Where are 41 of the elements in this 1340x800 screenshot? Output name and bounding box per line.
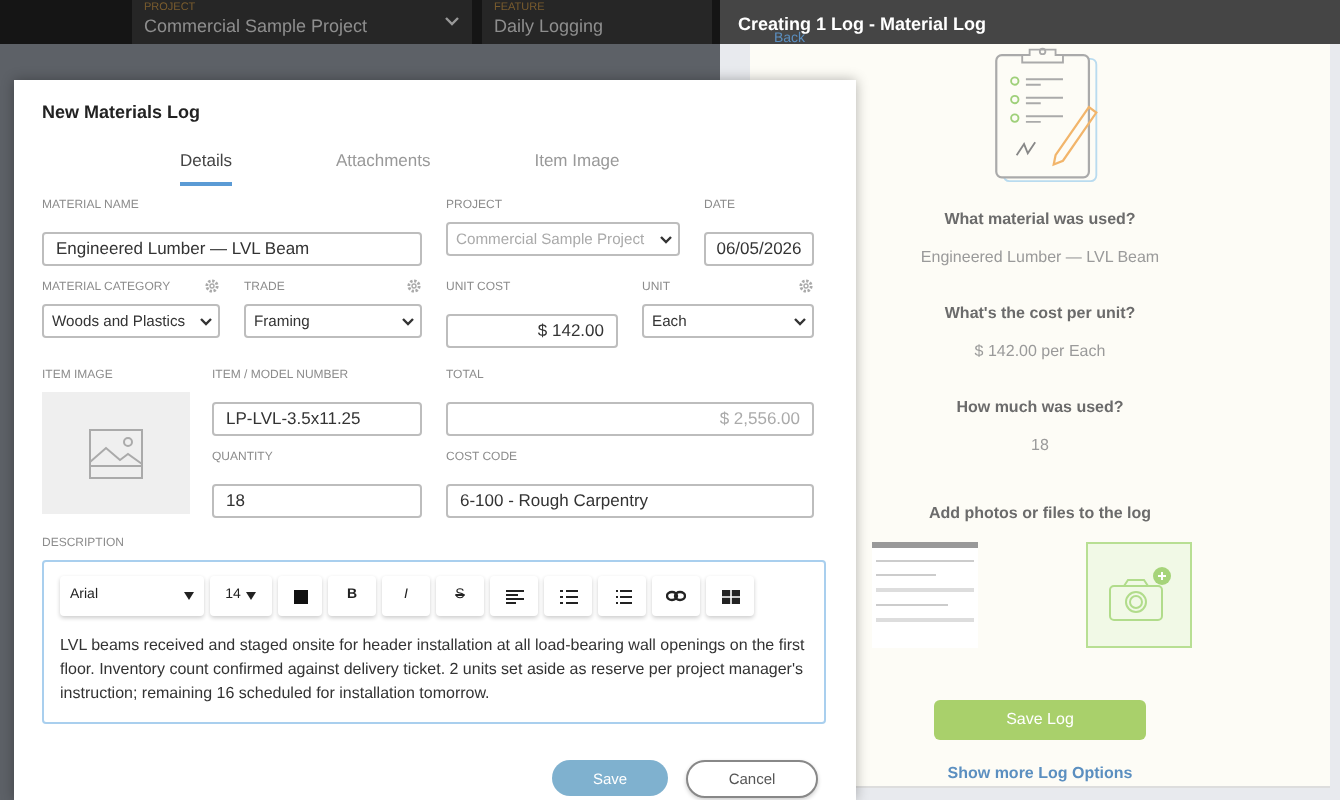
link-button[interactable] — [652, 576, 700, 617]
bullet-list-button[interactable] — [544, 576, 592, 617]
document-thumbnail[interactable] — [872, 542, 978, 649]
caret-icon — [184, 592, 194, 601]
input-field[interactable]: 6-100 - Rough Carpentry — [446, 483, 814, 518]
align-button[interactable] — [490, 576, 538, 617]
input-field[interactable]: LP-LVL-3.5x11.25 — [212, 401, 422, 436]
dialog-title: New Materials Log — [42, 100, 203, 126]
bullet-list-icon — [559, 589, 577, 604]
caret-icon — [200, 317, 212, 326]
description-text: LVL beams received and staged onsite for header installation at all load-bearing wall openings on the first floor. Inventory count confirmed against delivery ticket. 2 units set aside as reserve per project manager's instruction; remaining 16 scheduled for installation tomorrow. — [60, 634, 807, 707]
caret-icon — [246, 592, 257, 601]
summary-question: What's the cost per unit? — [944, 302, 1136, 327]
summary-answer: 18 — [1031, 434, 1049, 459]
input-field[interactable]: Engineered Lumber — LVL Beam — [42, 231, 422, 266]
table-button[interactable] — [706, 576, 754, 617]
summary-answer: Engineered Lumber — LVL Beam — [920, 246, 1160, 271]
description-editor[interactable] — [42, 560, 826, 725]
summary-question: How much was used? — [956, 396, 1124, 421]
text-color-button[interactable] — [278, 576, 322, 617]
numbered-list-icon — [613, 589, 631, 604]
input-field[interactable]: 18 — [212, 483, 422, 518]
link-icon — [666, 590, 686, 603]
summary-question: What material was used? — [944, 208, 1136, 233]
color-swatch-icon — [293, 589, 307, 604]
align-left-icon — [505, 589, 523, 604]
input-field[interactable]: $ 142.00 — [446, 313, 618, 348]
camera-add-icon — [1105, 565, 1173, 626]
feature-name: Daily Logging — [494, 16, 606, 38]
attach-heading: Add photos or files to the log — [928, 502, 1152, 527]
project-name: Commercial Sample Project — [144, 16, 368, 38]
table-icon — [721, 589, 739, 604]
caret-icon — [402, 317, 414, 326]
input-field[interactable]: 06/05/2026 — [704, 231, 814, 266]
numbered-list-button[interactable] — [598, 576, 646, 617]
tab[interactable]: Details — [180, 141, 232, 187]
caret-icon — [660, 235, 672, 244]
chevron-icon — [444, 16, 460, 26]
caret-icon — [794, 317, 806, 326]
summary-answer: $ 142.00 per Each — [974, 340, 1106, 365]
image-icon — [88, 427, 144, 480]
